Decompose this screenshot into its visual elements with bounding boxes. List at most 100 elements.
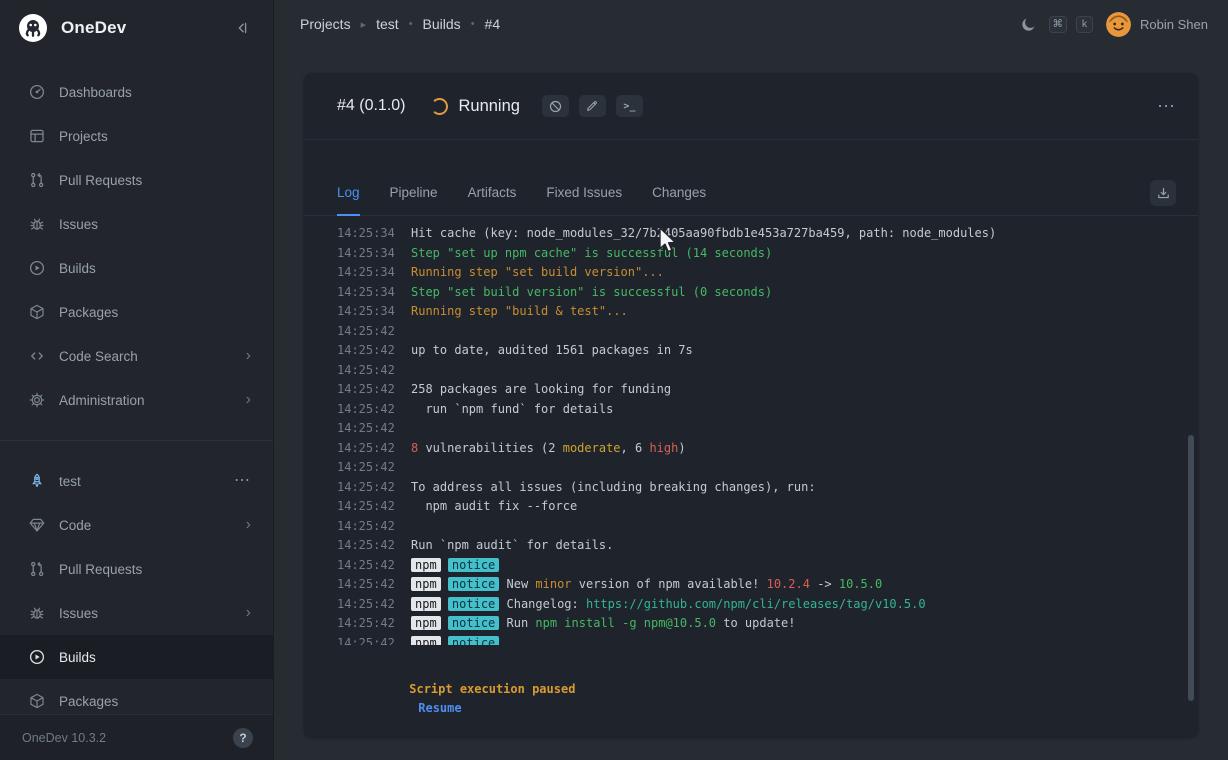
sidebar-item-label: Projects [59,129,108,144]
dark-mode-moon-icon[interactable] [1017,13,1040,36]
breadcrumb-test[interactable]: test [376,16,399,32]
sidebar-collapse-icon[interactable] [229,15,255,41]
log-timestamp: 14:25:42 [337,400,411,420]
bug-icon [28,215,46,233]
log-timestamp: 14:25:42 [337,536,411,556]
log-line: 14:25:42npm notice Changelog: https://gi… [337,595,1174,615]
breadcrumb-projects[interactable]: Projects [300,16,351,32]
app-root: OneDev Dashboards Projects Pull Requests… [0,0,1228,760]
running-spinner-icon [431,98,448,115]
chevron-right-icon: › [246,348,251,364]
sidebar-project-test[interactable]: test ⋯ [0,459,273,503]
dashboard-icon [28,83,46,101]
log-segment: npm [411,636,441,646]
package-icon [28,692,46,710]
sidebar-item-projects[interactable]: Projects [0,114,273,158]
sidebar-item-label: Issues [59,217,98,232]
build-more-options-icon[interactable]: ⋯ [1157,97,1176,115]
breadcrumb-builds[interactable]: Builds [423,16,461,32]
build-log: 14:25:34Hit cache (key: node_modules_32/… [304,216,1198,737]
sidebar-footer: OneDev 10.3.2 ? [0,714,273,760]
tab-log[interactable]: Log [337,185,360,216]
paused-row: Script execution paused Resume [337,661,1174,737]
log-segment: version of npm available! [572,577,767,591]
log-timestamp: 14:25:42 [337,361,411,381]
breadcrumb-dot-separator: • [409,18,413,30]
log-segment: npm [411,597,441,611]
log-segment [441,636,448,646]
sidebar-item-pull-requests[interactable]: Pull Requests [0,158,273,202]
log-timestamp: 14:25:34 [337,283,411,303]
tab-changes[interactable]: Changes [652,185,706,216]
log-line: 14:25:34Running step "set build version"… [337,263,1174,283]
breadcrumb-caret-separator: ▸ [361,18,367,31]
log-line: 14:25:34Hit cache (key: node_modules_32/… [337,224,1174,244]
cancel-build-button[interactable] [542,95,569,117]
k-key-badge[interactable]: k [1076,16,1093,33]
log-segment [441,616,448,630]
sidebar-item-label: Pull Requests [59,173,142,188]
log-segment: notice [448,616,499,630]
log-segment: high [649,441,678,455]
log-scrollbar-thumb[interactable] [1188,435,1194,701]
log-line: 14:25:42Run `npm audit` for details. [337,536,1174,556]
log-timestamp: 14:25:42 [337,595,411,615]
project-item-pull-requests[interactable]: Pull Requests [0,547,273,591]
log-timestamp: 14:25:42 [337,614,411,634]
user-name[interactable]: Robin Shen [1140,17,1208,32]
bug-icon [28,604,46,622]
sidebar-divider [0,440,273,441]
sidebar-item-dashboards[interactable]: Dashboards [0,70,273,114]
sidebar-project-nav: test ⋯ Code › Pull Requests Issues › Bui… [0,459,273,723]
tab-artifacts[interactable]: Artifacts [468,185,517,216]
sidebar-item-label: Builds [59,261,96,276]
log-timestamp: 14:25:42 [337,556,411,576]
log-line: 14:25:42 [337,361,1174,381]
log-timestamp: 14:25:42 [337,634,411,646]
log-timestamp: 14:25:34 [337,224,411,244]
help-icon[interactable]: ? [233,728,253,748]
chevron-right-icon: › [246,517,251,533]
log-timestamp: 14:25:34 [337,244,411,264]
edit-build-button[interactable] [579,95,606,117]
log-line: 14:25:42 run `npm fund` for details [337,400,1174,420]
tab-pipeline[interactable]: Pipeline [390,185,438,216]
prohibit-icon [548,99,563,114]
sidebar-item-packages[interactable]: Packages [0,290,273,334]
download-icon [1156,186,1171,201]
log-line: 14:25:42npm notice New minor version of … [337,575,1174,595]
log-timestamp: 14:25:42 [337,341,411,361]
paused-message: Script execution paused [409,682,575,696]
log-link[interactable]: https://github.com/npm/cli/releases/tag/… [586,597,926,611]
project-more-icon[interactable]: ⋯ [234,473,251,489]
project-item-builds[interactable]: Builds [0,635,273,679]
log-segment: minor [535,577,571,591]
log-timestamp: 14:25:42 [337,458,411,478]
tab-fixed-issues[interactable]: Fixed Issues [546,185,622,216]
resume-link[interactable]: Resume [418,701,461,715]
user-avatar[interactable] [1106,12,1131,37]
cmd-key-badge[interactable]: ⌘ [1049,16,1068,33]
sidebar-item-code-search[interactable]: Code Search › [0,334,273,378]
build-title: #4 (0.1.0) [337,97,405,115]
log-segment: npm audit fix --force [411,499,577,513]
log-segment: moderate [563,441,621,455]
download-log-button[interactable] [1150,180,1176,206]
sidebar-header: OneDev [0,0,273,56]
sidebar-item-issues[interactable]: Issues [0,202,273,246]
log-segment: npm [411,577,441,591]
project-item-code[interactable]: Code › [0,503,273,547]
project-item-label: Code [59,518,91,533]
web-terminal-button[interactable]: >_ [616,95,643,117]
project-item-issues[interactable]: Issues › [0,591,273,635]
project-item-label: Issues [59,606,98,621]
log-line: 14:25:42up to date, audited 1561 package… [337,341,1174,361]
log-segment: notice [448,636,499,646]
onedev-logo-icon [18,13,48,43]
sidebar-item-builds[interactable]: Builds [0,246,273,290]
pull-request-icon [28,171,46,189]
sidebar-item-label: Packages [59,305,118,320]
log-segment: 258 packages are looking for funding [411,382,671,396]
sidebar-item-administration[interactable]: Administration › [0,378,273,422]
log-segment [441,558,448,572]
